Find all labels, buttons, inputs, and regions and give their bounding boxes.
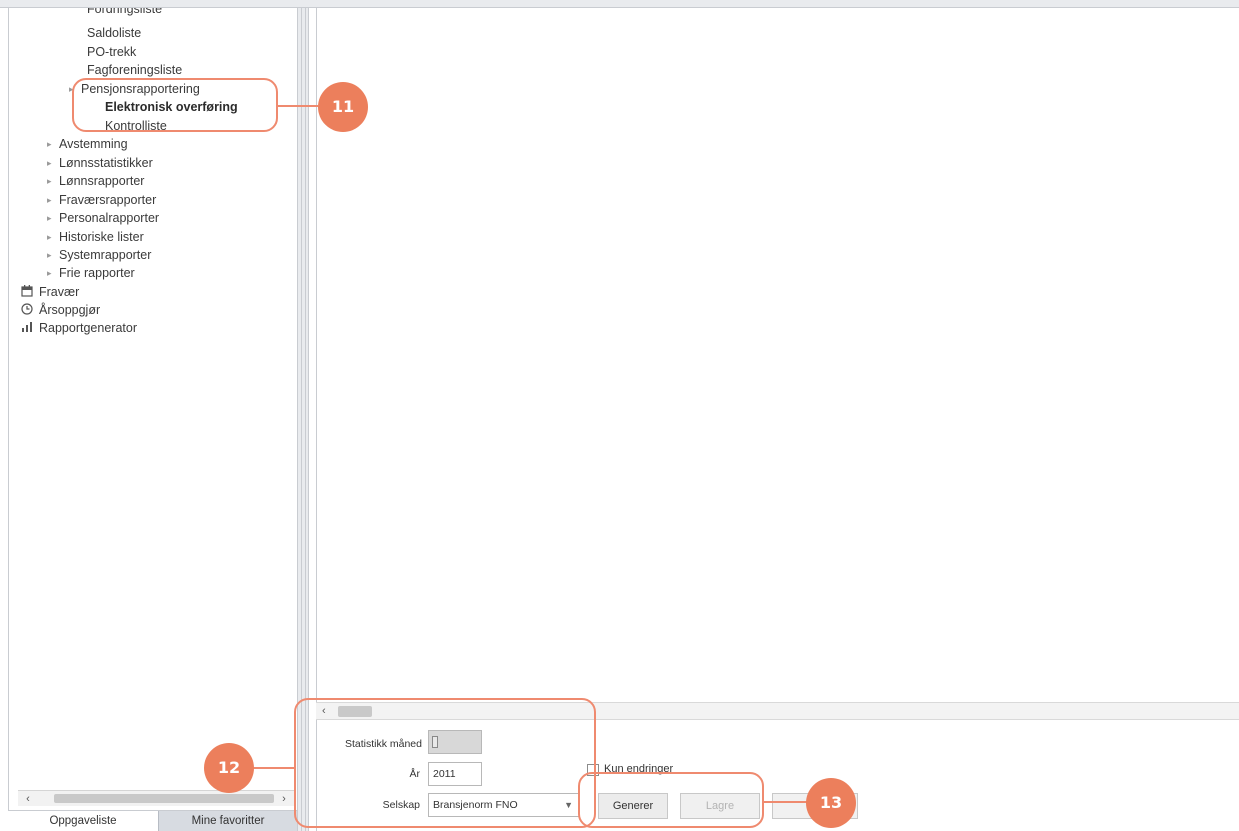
collapsed-arrow-icon[interactable]: ▸ bbox=[47, 228, 59, 246]
left-panel-tabs: Oppgaveliste Mine favoritter bbox=[8, 810, 297, 831]
collapsed-arrow-icon[interactable]: ▸ bbox=[47, 154, 59, 172]
tab-mine-favoritter[interactable]: Mine favoritter bbox=[158, 811, 297, 831]
tree-root-rapportgenerator[interactable]: Rapportgenerator bbox=[21, 319, 137, 337]
clock-icon bbox=[21, 303, 35, 317]
callout-11-badge: 11 bbox=[318, 82, 368, 132]
bar-chart-icon bbox=[21, 321, 35, 335]
tree-item-fagforeningsliste[interactable]: Fagforeningsliste bbox=[87, 61, 182, 79]
tree-root-label: Fravær bbox=[39, 285, 80, 299]
tree-item-fordringsliste[interactable]: Fordringsliste bbox=[87, 8, 162, 18]
tree-item-historiske-lister[interactable]: ▸ Historiske lister bbox=[47, 228, 144, 246]
tree-item-systemrapporter[interactable]: ▸ Systemrapporter bbox=[47, 246, 151, 264]
tree-root-fravaer[interactable]: Fravær bbox=[21, 283, 79, 301]
tree-item-label: Systemrapporter bbox=[59, 248, 152, 262]
tree-item-label: PO-trekk bbox=[87, 45, 137, 59]
callout-13-connector bbox=[764, 801, 808, 803]
collapsed-arrow-icon[interactable]: ▸ bbox=[47, 191, 59, 209]
callout-12-connector bbox=[252, 767, 294, 769]
tree-item-label: Fordringsliste bbox=[87, 8, 163, 16]
tab-oppgaveliste[interactable]: Oppgaveliste bbox=[8, 811, 158, 831]
collapsed-arrow-icon[interactable]: ▸ bbox=[47, 172, 59, 190]
tree-item-label: Personalrapporter bbox=[59, 211, 160, 225]
scroll-left-icon[interactable]: ‹ bbox=[20, 792, 36, 806]
collapsed-arrow-icon[interactable]: ▸ bbox=[47, 135, 59, 153]
tree-item-label: Fraværsrapporter bbox=[59, 193, 157, 207]
tree-root-arsoppgjor[interactable]: Årsoppgjør bbox=[21, 301, 100, 319]
callout-11-outline bbox=[72, 78, 278, 132]
tree-item-frie-rapporter[interactable]: ▸ Frie rapporter bbox=[47, 264, 135, 282]
callout-11-connector bbox=[278, 105, 318, 107]
callout-13-outline bbox=[578, 772, 764, 828]
tree-root-label: Rapportgenerator bbox=[39, 321, 137, 335]
tree-horizontal-scrollbar[interactable]: ‹ › bbox=[18, 790, 294, 806]
callout-12-badge: 12 bbox=[204, 743, 254, 793]
tree-item-po-trekk[interactable]: PO-trekk bbox=[87, 43, 136, 61]
callout-12-outline bbox=[294, 698, 596, 828]
scroll-right-icon[interactable]: › bbox=[276, 792, 292, 806]
tree-item-label: Fagforeningsliste bbox=[87, 63, 183, 77]
tree-item-lonnsstatistikker[interactable]: ▸ Lønnsstatistikker bbox=[47, 154, 153, 172]
tree-item-label: Historiske lister bbox=[59, 230, 144, 244]
tree-item-label: Avstemming bbox=[59, 137, 128, 151]
tree-item-lonnsrapporter[interactable]: ▸ Lønnsrapporter bbox=[47, 172, 144, 190]
tree-item-fravaersrapporter[interactable]: ▸ Fraværsrapporter bbox=[47, 191, 156, 209]
tree-item-saldoliste[interactable]: Saldoliste bbox=[87, 24, 141, 42]
collapsed-arrow-icon[interactable]: ▸ bbox=[47, 209, 59, 227]
tree-item-personalrapporter[interactable]: ▸ Personalrapporter bbox=[47, 209, 159, 227]
tree-item-avstemming[interactable]: ▸ Avstemming bbox=[47, 135, 128, 153]
collapsed-arrow-icon[interactable]: ▸ bbox=[47, 246, 59, 264]
window-top-border bbox=[0, 0, 1239, 8]
tree-item-label: Lønnsrapporter bbox=[59, 174, 145, 188]
calendar-icon bbox=[21, 285, 35, 299]
tree-item-label: Saldoliste bbox=[87, 26, 142, 40]
callout-13-badge: 13 bbox=[806, 778, 856, 828]
collapsed-arrow-icon[interactable]: ▸ bbox=[47, 264, 59, 282]
tree-root-label: Årsoppgjør bbox=[39, 303, 101, 317]
tree-item-label: Frie rapporter bbox=[59, 266, 135, 280]
tree-item-label: Lønnsstatistikker bbox=[59, 156, 153, 170]
scrollbar-thumb[interactable] bbox=[54, 794, 274, 803]
